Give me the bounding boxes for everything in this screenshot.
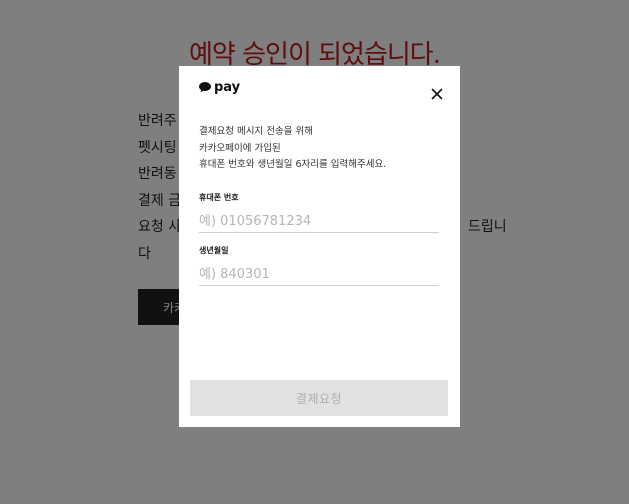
modal-description: 결제요청 메시지 전송을 위해 카카오페이에 가입된 휴대폰 번호와 생년월일 …	[199, 124, 449, 174]
kakaopay-modal: pay 결제요청 메시지 전송을 위해 카카오페이에 가입된 휴대폰 번호와 생…	[179, 66, 460, 427]
speech-bubble-icon	[199, 82, 211, 93]
description-line: 결제요청 메시지 전송을 위해	[199, 126, 313, 137]
close-icon	[431, 88, 443, 100]
payment-request-button[interactable]: 결제요청	[190, 380, 448, 416]
description-line: 카카오페이에 가입된	[199, 142, 281, 154]
description-line: 휴대폰 번호와 생년월일 6자리를 입력해주세요.	[199, 159, 387, 170]
phone-label: 휴대폰 번호	[199, 193, 239, 202]
brand-label: pay	[214, 80, 241, 95]
kakaopay-brand: pay	[199, 80, 240, 95]
close-button[interactable]	[430, 86, 444, 100]
birthdate-input[interactable]	[199, 263, 439, 286]
phone-input[interactable]	[199, 210, 439, 233]
birth-label: 생년월일	[199, 246, 229, 255]
